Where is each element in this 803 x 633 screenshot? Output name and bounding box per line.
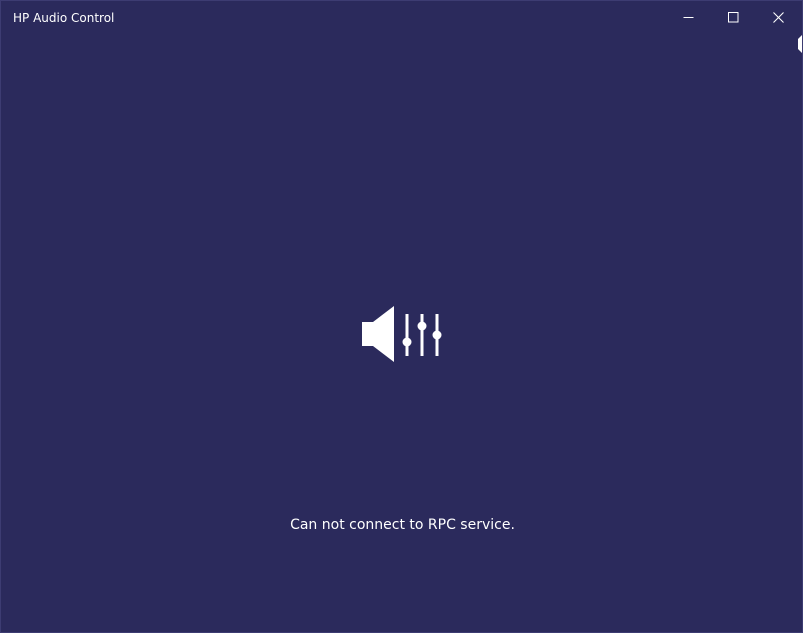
title-bar[interactable]: HP Audio Control: [1, 1, 802, 34]
window-title: HP Audio Control: [13, 11, 115, 25]
app-window: HP Audio Control Can not connect to RPC …: [0, 0, 803, 633]
status-message: Can not connect to RPC service.: [290, 517, 515, 533]
speaker-equalizer-icon: [362, 306, 442, 362]
maximize-button[interactable]: [710, 1, 756, 34]
close-button[interactable]: [755, 1, 801, 34]
minimize-icon: [683, 17, 693, 18]
minimize-button[interactable]: [665, 1, 711, 34]
close-icon: [772, 12, 784, 23]
resize-edge-mark: [798, 35, 802, 53]
maximize-icon: [727, 12, 738, 23]
